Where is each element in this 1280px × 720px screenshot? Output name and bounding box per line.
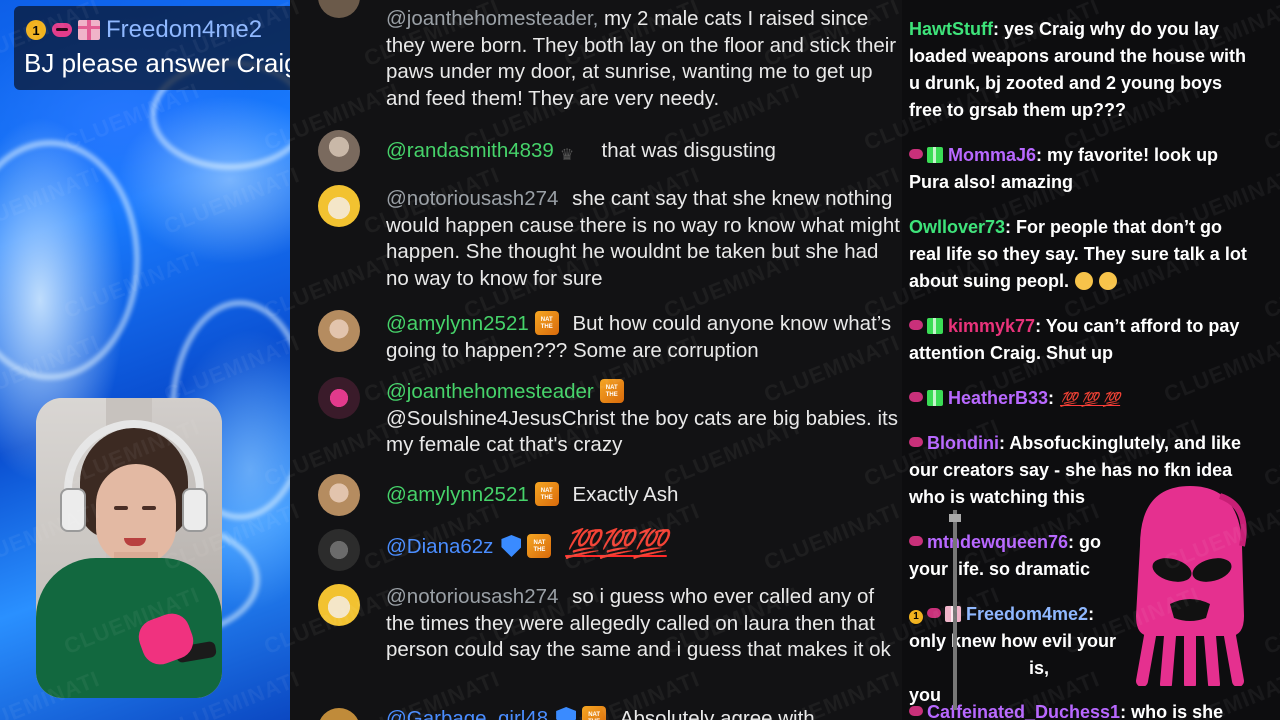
mask-badge-icon (909, 320, 923, 330)
chat2-message: HeatherB33: 💯 💯 💯 (909, 385, 1259, 413)
nat-the-badge-icon (527, 534, 552, 558)
chat2-text: your life. so dramatic (909, 559, 1091, 579)
hundred-emoji-icon: 💯 💯 💯 (1060, 391, 1121, 407)
chat-handle: @randasmith4839 (386, 139, 554, 162)
chat-message-text: Absolutely agree with (619, 707, 815, 720)
chat2-text: : (1088, 604, 1095, 624)
chat-handle: @notoriousash274 (386, 187, 559, 210)
chat2-text: : who is she (1120, 702, 1224, 720)
chat-message-text: @Soulshine4JesusChrist the boy cats are … (386, 406, 898, 457)
eye-roll-emoji-icon (1099, 272, 1117, 290)
chat-handle: @Diana62z (386, 535, 494, 558)
verified-shield-icon (556, 707, 577, 720)
webcam-feed (36, 398, 222, 698)
gift-badge-icon (927, 390, 943, 406)
pink-ski-mask-mascot-icon (1136, 486, 1247, 686)
nat-the-badge-icon (534, 482, 559, 506)
mask-badge-icon (909, 392, 923, 402)
mask-badge-icon (909, 437, 923, 447)
avatar (318, 130, 360, 172)
avatar (318, 0, 360, 18)
avatar (318, 377, 360, 419)
badge-number-icon: 1 (26, 20, 46, 40)
mask-badge-icon (909, 706, 923, 716)
chat-handle: @joanthehomesteader (386, 380, 594, 403)
avatar (318, 584, 360, 626)
chat-alert-overlay: 1 Freedom4me2 BJ please answer Craig (14, 6, 306, 90)
chat2-message: kimmyk77: You can’t afford to pay attent… (909, 313, 1259, 367)
chat2-username: MommaJ6 (948, 145, 1037, 165)
alert-username: Freedom4me2 (106, 16, 263, 43)
chat2-text: : (1048, 388, 1055, 408)
chat2-username: HeatherB33 (948, 388, 1049, 408)
gift-badge-icon (927, 147, 943, 163)
chat-handle: @joanthehomesteader, (386, 7, 599, 30)
chat2-username: HawtStuff (909, 19, 993, 39)
chat2-message: MommaJ6: my favorite! look up Pura also!… (909, 142, 1259, 196)
chat2-message: HawtStuff: yes Craig why do you lay load… (909, 16, 1259, 124)
mask-badge-icon (909, 536, 923, 546)
nat-the-badge-icon (534, 311, 559, 335)
chat-handle: @amylynn2521 (386, 483, 529, 506)
chat2-username: kimmyk77 (948, 316, 1036, 336)
avatar (318, 310, 360, 352)
verified-shield-icon (501, 535, 522, 557)
chat2-text: is, (1029, 658, 1050, 678)
eye-roll-emoji-icon (1075, 272, 1093, 290)
chat-handle: @Garbage_girl48 (386, 707, 549, 720)
mask-badge-icon (52, 23, 72, 37)
chat-scrollbar[interactable] (948, 510, 962, 710)
gift-badge-icon (78, 20, 100, 40)
chat2-username: Blondini (927, 433, 999, 453)
chat-handle: @notoriousash274 (386, 585, 559, 608)
chat2-message: Owllover73: For people that don’t go rea… (909, 214, 1259, 295)
chat-message-text: Exactly Ash (572, 483, 679, 506)
nat-the-badge-icon (582, 706, 607, 720)
chat2-text: only knew how evil your (909, 631, 1117, 651)
mask-badge-icon (927, 608, 941, 618)
avatar (318, 529, 360, 571)
mask-badge-icon (909, 149, 923, 159)
nat-the-badge-icon (599, 379, 624, 403)
chat2-username: Freedom4me2 (966, 604, 1089, 624)
crown-badge-icon: ♛ (559, 147, 575, 164)
avatar (318, 185, 360, 227)
gift-badge-icon (927, 318, 943, 334)
background-swirl (0, 140, 140, 380)
badge-number-icon: 1 (909, 610, 923, 624)
avatar (318, 708, 360, 720)
alert-message: BJ please answer Craig (24, 48, 299, 78)
chat2-username: Owllover73 (909, 217, 1006, 237)
avatar (318, 474, 360, 516)
chat-handle: @amylynn2521 (386, 312, 529, 335)
chat2-text: : go (1068, 532, 1102, 552)
hundred-emoji-icon: 💯💯💯 (565, 528, 668, 559)
stream-background-panel (0, 0, 290, 720)
chat-feed[interactable]: @joanthehomesteader, my 2 male cats I ra… (290, 0, 902, 720)
chat-message-text: that was disgusting (601, 139, 776, 162)
